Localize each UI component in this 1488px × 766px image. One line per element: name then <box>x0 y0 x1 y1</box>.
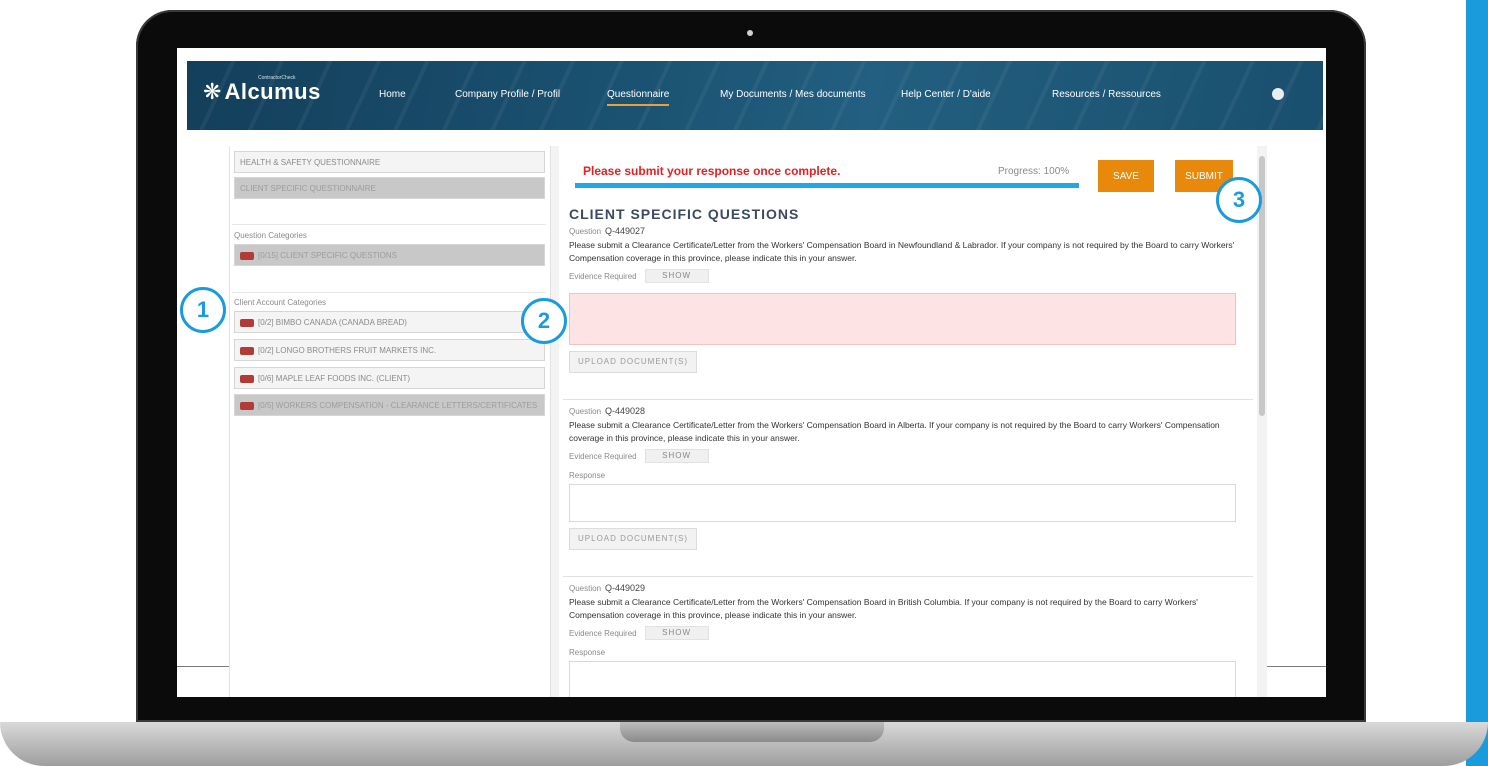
evidence-required-label: Evidence Required <box>569 271 637 281</box>
status-badge <box>240 374 254 383</box>
question-block: Question Q-449029 Please submit a Clearan… <box>569 583 1239 697</box>
nav-help-center[interactable]: Help Center / D'aide <box>901 89 991 100</box>
alcumus-logo[interactable]: ❋ Alcumus ContractorCheck <box>203 75 321 105</box>
snowflake-icon: ❋ <box>203 79 222 104</box>
show-button[interactable]: SHOW <box>644 449 709 463</box>
response-field[interactable] <box>569 661 1236 697</box>
divider <box>232 224 546 225</box>
save-button[interactable]: SAVE <box>1098 160 1154 192</box>
question-text: Please submit a Clearance Certificate/Le… <box>569 240 1235 263</box>
progress-bar <box>575 183 1079 188</box>
upload-documents-button[interactable]: UPLOAD DOCUMENT(S) <box>569 351 698 373</box>
client-categories-title: Client Account Categories <box>234 298 327 307</box>
client-specific-questionnaire-tab[interactable]: CLIENT SPECIFIC QUESTIONNAIRE <box>234 177 545 199</box>
health-safety-questionnaire-tab[interactable]: HEALTH & SAFETY QUESTIONNAIRE <box>234 151 545 173</box>
question-text: Please submit a Clearance Certificate/Le… <box>569 597 1198 620</box>
progress-label: Progress: 100% <box>998 166 1070 177</box>
question-label: Question <box>569 584 602 593</box>
question-text: Please submit a Clearance Certificate/Le… <box>569 420 1220 443</box>
nav-questionnaire[interactable]: Questionnaire <box>607 89 670 106</box>
left-scrollbar[interactable] <box>551 146 559 697</box>
question-id: Q-449027 <box>605 226 646 236</box>
divider <box>1267 666 1326 667</box>
nav-resources[interactable]: Resources / Ressources <box>1052 89 1161 100</box>
callout-3: 3 <box>1216 177 1262 223</box>
response-field[interactable] <box>569 484 1236 522</box>
nav-home[interactable]: Home <box>379 89 406 100</box>
show-button[interactable]: SHOW <box>644 626 709 640</box>
show-button[interactable]: SHOW <box>644 269 709 283</box>
status-badge <box>240 346 254 355</box>
response-field[interactable] <box>569 293 1236 345</box>
left-panel: HEALTH & SAFETY QUESTIONNAIRE CLIENT SPE… <box>229 146 551 697</box>
category-label: [0/2] BIMBO CANADA (CANADA BREAD) <box>258 318 407 327</box>
client-category-item[interactable]: [0/6] MAPLE LEAF FOODS INC. (CLIENT) <box>234 367 545 389</box>
client-category-item[interactable]: [0/5] WORKERS COMPENSATION - CLEARANCE L… <box>234 394 545 416</box>
response-label: Response <box>569 648 606 657</box>
client-category-item[interactable]: [0/2] BIMBO CANADA (CANADA BREAD) <box>234 311 545 333</box>
accent-bar <box>1466 0 1488 766</box>
screen: ❋ Alcumus ContractorCheck Home Company P… <box>177 48 1326 697</box>
callout-2: 2 <box>521 298 567 344</box>
question-label: Question <box>569 407 602 416</box>
laptop-notch <box>620 722 884 742</box>
status-badge <box>240 318 254 327</box>
client-category-item[interactable]: [0/2] LONGO BROTHERS FRUIT MARKETS INC. <box>234 339 545 361</box>
question-block: Question Q-449028 Please submit a Clearan… <box>569 406 1239 550</box>
divider <box>563 399 1253 400</box>
category-label: [0/5] WORKERS COMPENSATION - CLEARANCE L… <box>258 401 538 410</box>
nav-company-profile[interactable]: Company Profile / Profil <box>455 89 560 100</box>
logo-text: Alcumus <box>224 79 321 104</box>
progress-fill <box>575 183 1079 188</box>
divider <box>177 666 229 667</box>
question-id: Q-449029 <box>605 583 646 593</box>
upload-documents-button[interactable]: UPLOAD DOCUMENT(S) <box>569 528 698 550</box>
category-label: [0/2] LONGO BROTHERS FRUIT MARKETS INC. <box>258 346 437 355</box>
user-avatar-icon[interactable] <box>1272 88 1284 100</box>
question-label: Question <box>569 227 602 236</box>
logo-subtitle: ContractorCheck <box>258 75 296 81</box>
question-id: Q-449028 <box>605 406 646 416</box>
category-label: [0/15] CLIENT SPECIFIC QUESTIONS <box>258 251 397 260</box>
callout-1: 1 <box>180 287 226 333</box>
status-badge <box>240 251 254 260</box>
status-badge <box>240 401 254 410</box>
camera-icon <box>747 30 753 36</box>
main-scrollbar[interactable] <box>1257 146 1267 697</box>
divider <box>232 292 546 293</box>
evidence-required-label: Evidence Required <box>569 628 637 638</box>
response-label: Response <box>569 471 606 480</box>
nav-my-documents[interactable]: My Documents / Mes documents <box>720 89 866 100</box>
divider <box>563 576 1253 577</box>
category-label: [0/6] MAPLE LEAF FOODS INC. (CLIENT) <box>258 374 411 383</box>
question-block: Question Q-449027 Please submit a Clearan… <box>569 226 1239 373</box>
submit-message: Please submit your response once complet… <box>583 164 841 178</box>
question-category-item[interactable]: [0/15] CLIENT SPECIFIC QUESTIONS <box>234 244 545 266</box>
questions-panel: Please submit your response once complet… <box>563 146 1253 697</box>
top-navigation: ❋ Alcumus ContractorCheck Home Company P… <box>187 61 1323 130</box>
evidence-required-label: Evidence Required <box>569 451 637 461</box>
question-categories-title: Question Categories <box>234 231 307 240</box>
section-title: CLIENT SPECIFIC QUESTIONS <box>569 206 800 222</box>
